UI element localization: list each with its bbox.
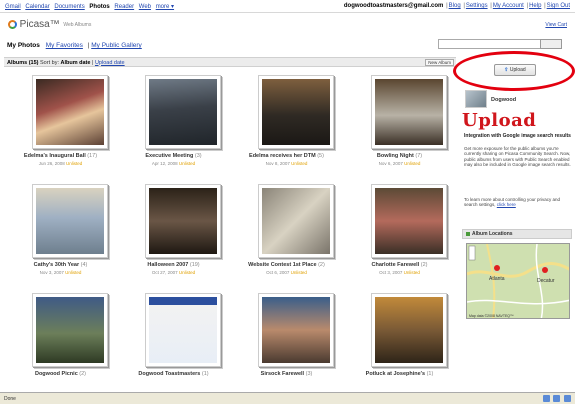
album-thumbnail[interactable]: [371, 184, 447, 258]
click-here-link[interactable]: click here: [497, 202, 516, 207]
user-name[interactable]: Dogwood: [491, 97, 516, 103]
album-thumbnail[interactable]: [32, 184, 108, 258]
album-thumbnail[interactable]: [145, 293, 221, 367]
nav-link-documents[interactable]: Documents: [54, 4, 84, 10]
nav-link-more[interactable]: more ▾: [156, 4, 174, 10]
map-pin[interactable]: [542, 267, 548, 273]
album-title[interactable]: Executive Meeting: [145, 153, 193, 159]
help-link[interactable]: Help: [529, 3, 541, 9]
album-title[interactable]: Halloween 2007: [147, 262, 188, 268]
picasa-logo-icon: [8, 20, 17, 29]
album-thumbnail[interactable]: [258, 293, 334, 367]
album-card[interactable]: Edelma receives her DTM (5) Nov 8, 2007 …: [230, 68, 343, 177]
sidebar: ⇧ Upload Dogwood Upload Integration with…: [453, 51, 575, 391]
map-label-atlanta: Atlanta: [489, 276, 505, 282]
logo-subtitle: Web Albums: [63, 21, 92, 28]
picasa-logo[interactable]: Picasa™ Web Albums: [8, 19, 91, 30]
tab-my-photos: My Photos: [7, 42, 40, 49]
new-album-button[interactable]: New Album: [425, 59, 454, 66]
zoom-icon[interactable]: [564, 395, 571, 402]
album-thumbnail[interactable]: [371, 75, 447, 149]
album-thumbnail[interactable]: [32, 293, 108, 367]
blog-link[interactable]: Blog: [449, 3, 461, 9]
album-card[interactable]: Dogwood Picnic (2): [4, 286, 117, 395]
avatar[interactable]: [465, 90, 487, 108]
browser-status-bar: Done: [0, 392, 575, 404]
account-email: dogwoodtoastmasters@gmail.com: [343, 3, 444, 9]
nav-link-web[interactable]: Web: [139, 4, 151, 10]
nav-link-calendar[interactable]: Calendar: [25, 4, 49, 10]
nav-link-photos: Photos: [89, 4, 110, 10]
album-locations-map[interactable]: Atlanta Decatur Map data ©2008 NAVTEQ™: [466, 243, 570, 319]
annotation-upload-text: Upload: [462, 110, 537, 131]
sort-album-date: Album date: [60, 59, 91, 66]
search-button[interactable]: [540, 39, 562, 49]
zone-icon: [553, 395, 561, 402]
map-credit: Map data ©2008 NAVTEQ™: [469, 314, 514, 318]
announcement-body: Get more exposure for the public albums …: [464, 146, 571, 168]
album-title[interactable]: Potluck at Josephine's: [366, 371, 425, 377]
map-icon: [466, 231, 470, 236]
user-navigation: dogwoodtoastmasters@gmail.com |Blog |Set…: [343, 3, 570, 9]
album-thumbnail[interactable]: [258, 75, 334, 149]
album-thumbnail[interactable]: [32, 75, 108, 149]
map-pin[interactable]: [494, 265, 500, 271]
sort-label: Sort by:: [40, 59, 59, 66]
albums-toolbar: Albums (15) Sort by: Album date | Upload…: [4, 57, 456, 67]
album-title[interactable]: Dogwood Picnic: [35, 371, 78, 377]
album-card[interactable]: Dogwood Toastmasters (1): [117, 286, 230, 395]
tab-my-public-gallery[interactable]: My Public Gallery: [91, 42, 142, 49]
album-card[interactable]: Bowling Night (7) Nov 6, 2007 Unlisted: [343, 68, 456, 177]
album-title[interactable]: Edelma receives her DTM: [249, 153, 316, 159]
sign-out-link[interactable]: Sign Out: [547, 3, 570, 9]
album-title[interactable]: Charlotte Farewell: [372, 262, 420, 268]
security-icon: [542, 395, 550, 402]
photo-tabs: My Photos My Favorites | My Public Galle…: [7, 42, 142, 49]
album-thumbnail[interactable]: [258, 184, 334, 258]
annotation-circle: [453, 51, 575, 91]
map-svg: Atlanta Decatur Map data ©2008 NAVTEQ™: [467, 244, 569, 318]
album-title[interactable]: Cathy's 30th Year: [34, 262, 80, 268]
album-grid: Edelma's Inaugural Ball (17) Jun 26, 200…: [4, 68, 456, 391]
settings-link[interactable]: Settings: [466, 3, 488, 9]
album-title[interactable]: Dogwood Toastmasters: [138, 371, 200, 377]
album-title[interactable]: Website Contest 1st Place: [248, 262, 316, 268]
view-cart-link[interactable]: View Cart: [545, 22, 567, 28]
album-title[interactable]: Sirsock Farewell: [261, 371, 304, 377]
tab-my-favorites[interactable]: My Favorites: [46, 42, 83, 49]
sort-upload-date[interactable]: Upload date: [95, 60, 125, 66]
album-title[interactable]: Edelma's Inaugural Ball: [24, 153, 86, 159]
top-navigation-bar: Gmail Calendar Documents Photos Reader W…: [0, 0, 575, 13]
album-card[interactable]: Cathy's 30th Year (4) Nov 3, 2007 Unlist…: [4, 177, 117, 286]
my-account-link[interactable]: My Account: [493, 3, 524, 9]
album-thumbnail[interactable]: [371, 293, 447, 367]
album-card[interactable]: Potluck at Josephine's (1): [343, 286, 456, 395]
album-card[interactable]: Website Contest 1st Place (2) Oct 6, 200…: [230, 177, 343, 286]
album-card[interactable]: Charlotte Farewell (2) Oct 3, 2007 Unlis…: [343, 177, 456, 286]
album-thumbnail[interactable]: [145, 75, 221, 149]
map-label-decatur: Decatur: [537, 278, 555, 284]
album-card[interactable]: Edelma's Inaugural Ball (17) Jun 26, 200…: [4, 68, 117, 177]
google-apps-links: Gmail Calendar Documents Photos Reader W…: [5, 3, 177, 10]
nav-link-gmail[interactable]: Gmail: [5, 4, 21, 10]
announcement-heading: Integration with Google image search res…: [464, 133, 571, 139]
album-thumbnail[interactable]: [145, 184, 221, 258]
album-card[interactable]: Sirsock Farewell (3): [230, 286, 343, 395]
nav-link-reader[interactable]: Reader: [114, 4, 134, 10]
logo-text: Picasa™: [19, 19, 60, 30]
album-locations-header[interactable]: Album Locations: [462, 229, 572, 239]
album-card[interactable]: Halloween 2007 (19) Oct 27, 2007 Unliste…: [117, 177, 230, 286]
albums-count: Albums (15): [7, 59, 39, 66]
privacy-note: To learn more about controlling your pri…: [464, 197, 561, 208]
status-text: Done: [4, 396, 16, 402]
album-card[interactable]: Executive Meeting (3) Apr 12, 2008 Unlis…: [117, 68, 230, 177]
album-title[interactable]: Bowling Night: [377, 153, 414, 159]
